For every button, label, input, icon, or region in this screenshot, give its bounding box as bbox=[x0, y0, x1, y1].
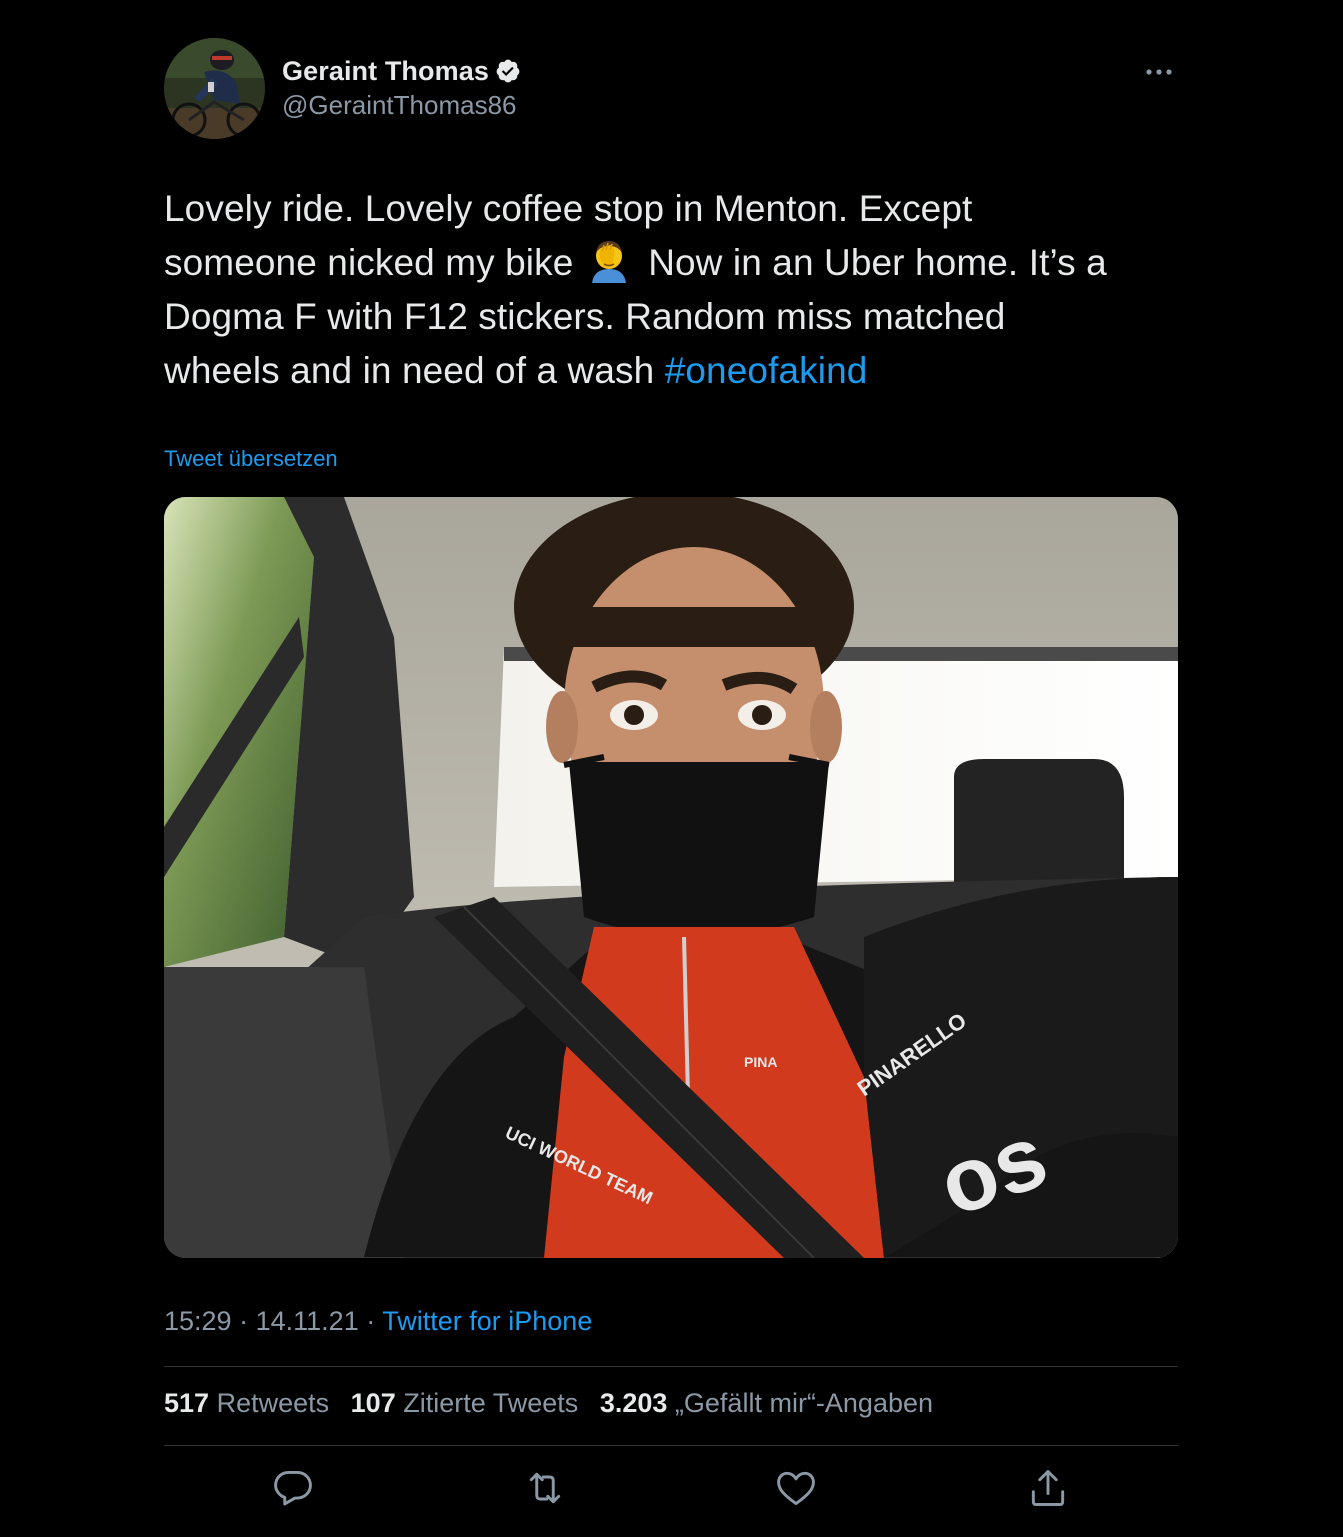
tweet-text-line: Lovely ride. Lovely coffee stop in Mento… bbox=[164, 188, 973, 229]
divider bbox=[164, 1366, 1178, 1367]
more-options-icon[interactable] bbox=[1142, 62, 1176, 82]
verified-badge-icon bbox=[495, 58, 521, 84]
tweet-stats: 517 Retweets 107 Zitierte Tweets 3.203 „… bbox=[164, 1388, 947, 1419]
like-icon[interactable] bbox=[774, 1466, 818, 1510]
handle[interactable]: @GeraintThomas86 bbox=[282, 90, 521, 120]
tweet-source-link[interactable]: Twitter for iPhone bbox=[382, 1306, 592, 1336]
tweet-text-line: Dogma F with F12 stickers. Random miss m… bbox=[164, 296, 1006, 337]
translate-tweet-link[interactable]: Tweet übersetzen bbox=[164, 446, 338, 472]
display-name-row: Geraint Thomas bbox=[282, 52, 521, 90]
tweet-date[interactable]: 14.11.21 bbox=[256, 1306, 359, 1336]
tweet-text-line: someone nicked my bike bbox=[164, 242, 574, 283]
facepalm-icon bbox=[586, 237, 632, 283]
likes-stat[interactable]: 3.203 „Gefällt mir“-Angaben bbox=[600, 1388, 933, 1418]
tweet-meta: 15:29 · 14.11.21 · Twitter for iPhone bbox=[164, 1306, 592, 1337]
share-icon[interactable] bbox=[1026, 1466, 1070, 1510]
quotes-count: 107 bbox=[350, 1388, 396, 1418]
retweet-icon[interactable] bbox=[523, 1466, 567, 1510]
tweet-text-line: wheels and in need of a wash bbox=[164, 350, 655, 391]
tweet-header: Geraint Thomas @GeraintThomas86 bbox=[164, 38, 1178, 140]
likes-count: 3.203 bbox=[599, 1388, 668, 1418]
tweet-photo[interactable]: PINARELLO PINA UCI WORLD TEAM os bbox=[164, 497, 1178, 1258]
divider bbox=[164, 1445, 1178, 1446]
meta-separator: · bbox=[239, 1306, 249, 1336]
tweet-text: Lovely ride. Lovely coffee stop in Mento… bbox=[164, 182, 1178, 398]
retweets-label: Retweets bbox=[216, 1388, 330, 1418]
retweets-stat[interactable]: 517 Retweets bbox=[164, 1388, 329, 1418]
tweet-actions bbox=[164, 1466, 1178, 1516]
svg-text:PINA: PINA bbox=[744, 1054, 777, 1070]
quotes-label: Zitierte Tweets bbox=[403, 1388, 579, 1418]
quotes-stat[interactable]: 107 Zitierte Tweets bbox=[351, 1388, 579, 1418]
likes-label: „Gefällt mir“-Angaben bbox=[674, 1388, 934, 1418]
tweet-time[interactable]: 15:29 bbox=[164, 1306, 232, 1336]
author-names: Geraint Thomas @GeraintThomas86 bbox=[282, 52, 521, 120]
meta-separator: · bbox=[366, 1306, 376, 1336]
hashtag-link[interactable]: #oneofakind bbox=[665, 350, 868, 391]
retweets-count: 517 bbox=[164, 1388, 210, 1418]
display-name[interactable]: Geraint Thomas bbox=[282, 56, 489, 87]
tweet-text-line: Now in an Uber home. It’s a bbox=[648, 242, 1107, 283]
avatar[interactable] bbox=[164, 38, 265, 139]
reply-icon[interactable] bbox=[271, 1466, 315, 1510]
